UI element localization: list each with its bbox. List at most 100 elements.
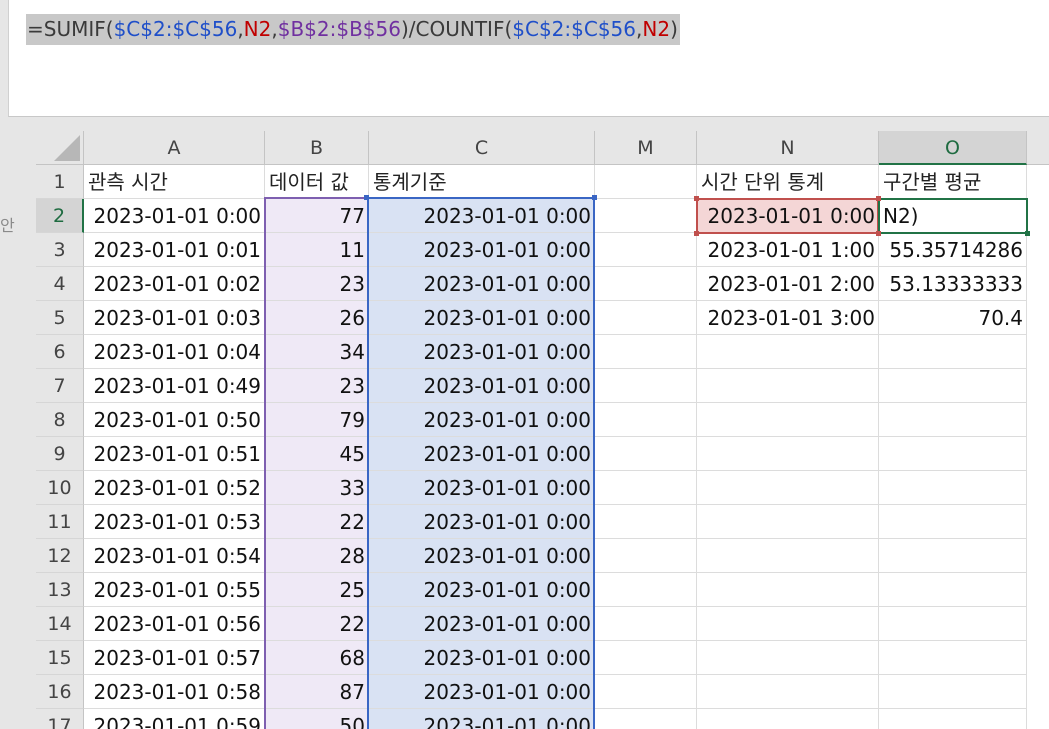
cell-o3[interactable]: 55.35714286 xyxy=(879,233,1027,267)
cell-n14[interactable] xyxy=(697,607,879,641)
cell-o4[interactable]: 53.13333333 xyxy=(879,267,1027,301)
cell-m4[interactable] xyxy=(595,267,697,301)
cell-c3[interactable]: 2023-01-01 0:00 xyxy=(369,233,595,267)
row-header-11[interactable]: 11 xyxy=(36,505,84,539)
cell-m5[interactable] xyxy=(595,301,697,335)
row-header-12[interactable]: 12 xyxy=(36,539,84,573)
cell-a3[interactable]: 2023-01-01 0:01 xyxy=(84,233,265,267)
cell-c9[interactable]: 2023-01-01 0:00 xyxy=(369,437,595,471)
cell-b7[interactable]: 23 xyxy=(265,369,369,403)
cell-c6[interactable]: 2023-01-01 0:00 xyxy=(369,335,595,369)
range-resize-handle[interactable] xyxy=(694,231,699,236)
cell-a16[interactable]: 2023-01-01 0:58 xyxy=(84,675,265,709)
cell-b2[interactable]: 77 xyxy=(265,199,369,233)
row-header-5[interactable]: 5 xyxy=(36,301,84,335)
cell-b6[interactable]: 34 xyxy=(265,335,369,369)
cell-b16[interactable]: 87 xyxy=(265,675,369,709)
cell-b5[interactable]: 26 xyxy=(265,301,369,335)
row-header-14[interactable]: 14 xyxy=(36,607,84,641)
cell-m15[interactable] xyxy=(595,641,697,675)
cell-n9[interactable] xyxy=(697,437,879,471)
cell-a9[interactable]: 2023-01-01 0:51 xyxy=(84,437,265,471)
cell-a15[interactable]: 2023-01-01 0:57 xyxy=(84,641,265,675)
cell-b4[interactable]: 23 xyxy=(265,267,369,301)
cell-n12[interactable] xyxy=(697,539,879,573)
cell-a8[interactable]: 2023-01-01 0:50 xyxy=(84,403,265,437)
cell-c15[interactable]: 2023-01-01 0:00 xyxy=(369,641,595,675)
cell-m13[interactable] xyxy=(595,573,697,607)
cell-o12[interactable] xyxy=(879,539,1027,573)
cell-m17[interactable] xyxy=(595,709,697,729)
cell-o9[interactable] xyxy=(879,437,1027,471)
cell-n10[interactable] xyxy=(697,471,879,505)
row-header-8[interactable]: 8 xyxy=(36,403,84,437)
cell-m3[interactable] xyxy=(595,233,697,267)
cell-m9[interactable] xyxy=(595,437,697,471)
row-header-13[interactable]: 13 xyxy=(36,573,84,607)
row-header-7[interactable]: 7 xyxy=(36,369,84,403)
spreadsheet-grid[interactable]: A B C M N O 1 관측 시간 데이터 값 통계기준 시간 단위 통계 구간별 평균 2 2023… xyxy=(36,131,1049,729)
cell-o11[interactable] xyxy=(879,505,1027,539)
cell-m11[interactable] xyxy=(595,505,697,539)
cell-a14[interactable]: 2023-01-01 0:56 xyxy=(84,607,265,641)
cell-a5[interactable]: 2023-01-01 0:03 xyxy=(84,301,265,335)
column-header-a[interactable]: A xyxy=(84,131,265,165)
cell-n15[interactable] xyxy=(697,641,879,675)
cell-n4[interactable]: 2023-01-01 2:00 xyxy=(697,267,879,301)
cell-n5[interactable]: 2023-01-01 3:00 xyxy=(697,301,879,335)
cell-n1[interactable]: 시간 단위 통계 xyxy=(697,165,879,199)
cell-c7[interactable]: 2023-01-01 0:00 xyxy=(369,369,595,403)
cell-o2[interactable]: N2) xyxy=(879,199,1027,233)
cell-b3[interactable]: 11 xyxy=(265,233,369,267)
cell-o15[interactable] xyxy=(879,641,1027,675)
cell-o10[interactable] xyxy=(879,471,1027,505)
column-header-m[interactable]: M xyxy=(595,131,697,165)
cell-m12[interactable] xyxy=(595,539,697,573)
cell-c1[interactable]: 통계기준 xyxy=(369,165,595,199)
cell-c8[interactable]: 2023-01-01 0:00 xyxy=(369,403,595,437)
cell-n8[interactable] xyxy=(697,403,879,437)
cell-c14[interactable]: 2023-01-01 0:00 xyxy=(369,607,595,641)
cell-o6[interactable] xyxy=(879,335,1027,369)
range-resize-handle[interactable] xyxy=(364,195,369,200)
cell-o8[interactable] xyxy=(879,403,1027,437)
row-header-10[interactable]: 10 xyxy=(36,471,84,505)
cell-a11[interactable]: 2023-01-01 0:53 xyxy=(84,505,265,539)
cell-m6[interactable] xyxy=(595,335,697,369)
cell-a12[interactable]: 2023-01-01 0:54 xyxy=(84,539,265,573)
cell-a2[interactable]: 2023-01-01 0:00 xyxy=(84,199,265,233)
cell-o14[interactable] xyxy=(879,607,1027,641)
cell-a6[interactable]: 2023-01-01 0:04 xyxy=(84,335,265,369)
cell-n16[interactable] xyxy=(697,675,879,709)
cell-a17[interactable]: 2023-01-01 0:59 xyxy=(84,709,265,729)
cell-n2[interactable]: 2023-01-01 0:00 xyxy=(697,199,879,233)
cell-b8[interactable]: 79 xyxy=(265,403,369,437)
cell-o7[interactable] xyxy=(879,369,1027,403)
column-header-n[interactable]: N xyxy=(697,131,879,165)
cell-c17[interactable]: 2023-01-01 0:00 xyxy=(369,709,595,729)
range-resize-handle[interactable] xyxy=(592,195,597,200)
cell-o16[interactable] xyxy=(879,675,1027,709)
cell-b12[interactable]: 28 xyxy=(265,539,369,573)
row-header-2[interactable]: 2 xyxy=(36,199,84,233)
cell-m2[interactable] xyxy=(595,199,697,233)
cell-b11[interactable]: 22 xyxy=(265,505,369,539)
formula-text[interactable]: =SUMIF($C$2:$C$56,N2,$B$2:$B$56)/COUNTIF… xyxy=(26,14,680,45)
cell-m1[interactable] xyxy=(595,165,697,199)
cell-b9[interactable]: 45 xyxy=(265,437,369,471)
cell-n3[interactable]: 2023-01-01 1:00 xyxy=(697,233,879,267)
cell-b13[interactable]: 25 xyxy=(265,573,369,607)
fill-handle[interactable] xyxy=(1025,231,1030,236)
cell-o1[interactable]: 구간별 평균 xyxy=(879,165,1027,199)
row-header-17[interactable]: 17 xyxy=(36,709,84,729)
cell-c5[interactable]: 2023-01-01 0:00 xyxy=(369,301,595,335)
row-header-15[interactable]: 15 xyxy=(36,641,84,675)
cell-n7[interactable] xyxy=(697,369,879,403)
row-header-4[interactable]: 4 xyxy=(36,267,84,301)
cell-c12[interactable]: 2023-01-01 0:00 xyxy=(369,539,595,573)
cell-c16[interactable]: 2023-01-01 0:00 xyxy=(369,675,595,709)
cell-b15[interactable]: 68 xyxy=(265,641,369,675)
cell-m16[interactable] xyxy=(595,675,697,709)
cell-a10[interactable]: 2023-01-01 0:52 xyxy=(84,471,265,505)
row-header-1[interactable]: 1 xyxy=(36,165,84,199)
